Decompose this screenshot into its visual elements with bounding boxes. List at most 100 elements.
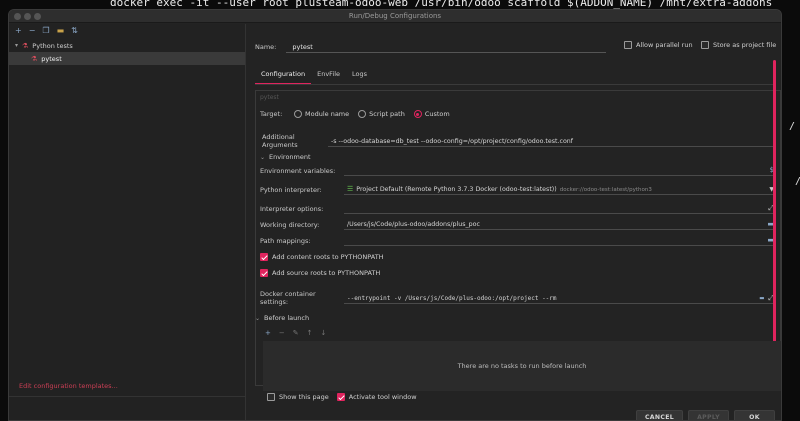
before-launch-task-list[interactable]: There are no tasks to run before launch — [263, 341, 781, 391]
env-vars-row: Environment variables: $ — [260, 165, 776, 176]
empty-tasks-text: There are no tasks to run before launch — [457, 362, 587, 370]
docker-settings-input[interactable]: --entrypoint -v /Users/js/Code/plus-odoo… — [344, 293, 776, 304]
add-content-roots-checkbox[interactable]: Add content roots to PYTHONPATH — [260, 253, 384, 261]
activate-tool-checkbox[interactable]: Activate tool window — [336, 393, 417, 401]
working-directory-value: /Users/js/Code/plus-odoo/addons/plus_poc — [347, 221, 480, 228]
add-source-roots-label: Add source roots to PYTHONPATH — [272, 269, 381, 277]
target-script-radio[interactable]: Script path — [358, 110, 405, 118]
docker-settings-label: Docker container settings: — [260, 290, 316, 306]
store-as-file-label: Store as project file — [713, 41, 777, 49]
edit-task-icon[interactable]: ✎ — [293, 329, 299, 337]
config-tabs: Configuration EnvFile Logs — [255, 67, 373, 85]
dialog-titlebar: Run/Debug Configurations — [9, 10, 781, 23]
tree-group-label: Python tests — [32, 41, 73, 50]
add-icon[interactable]: + — [15, 26, 22, 35]
name-label: Name: — [255, 43, 277, 51]
checkbox-box[interactable] — [260, 253, 268, 261]
pytest-icon: ⚗ — [31, 54, 38, 63]
radio-label: Script path — [369, 110, 405, 118]
add-content-roots-label: Add content roots to PYTHONPATH — [272, 253, 384, 261]
checkbox-box[interactable] — [701, 41, 709, 49]
edit-templates-link[interactable]: Edit configuration templates... — [19, 382, 118, 390]
interpreter-path: docker://odoo-test:latest/python3 — [559, 187, 652, 193]
store-as-file-checkbox[interactable]: Store as project file — [701, 41, 776, 49]
environment-section[interactable]: ⌄ Environment — [260, 153, 311, 161]
cancel-button[interactable]: CANCEL — [635, 410, 683, 420]
footer-options: Show this page Activate tool window — [267, 393, 417, 401]
chevron-down-icon[interactable]: ⌄ — [255, 315, 260, 322]
target-module-radio[interactable]: Module name — [294, 110, 349, 118]
folder-icon[interactable]: ▬ — [57, 26, 65, 35]
tree-item-label: pytest — [41, 54, 62, 63]
interpreter-options-label: Interpreter options: — [260, 204, 324, 213]
allow-parallel-label: Allow parallel run — [636, 41, 693, 49]
terminal-glyph: / — [795, 176, 800, 187]
configuration-tree: ▾ ⚗ Python tests ⚗ pytest — [9, 39, 245, 65]
tab-logs[interactable]: Logs — [346, 67, 373, 85]
before-launch-section[interactable]: ⌄ Before launch — [255, 314, 309, 322]
radio-circle[interactable] — [413, 110, 422, 118]
config-scrollbar[interactable] — [773, 60, 776, 370]
target-row: Target: Module name Script path Custom — [260, 110, 776, 118]
radio-circle[interactable] — [294, 110, 302, 118]
checkbox-box[interactable] — [336, 393, 345, 401]
remove-task-icon[interactable]: − — [279, 329, 285, 337]
sort-icon[interactable]: ⇅ — [71, 26, 78, 35]
tree-item-pytest[interactable]: ⚗ pytest — [9, 52, 245, 65]
working-directory-label: Working directory: — [260, 220, 320, 229]
target-label: Target: — [260, 110, 283, 118]
terminal-command: docker exec -it --user root plusteam-odo… — [110, 0, 773, 9]
radio-label: Module name — [305, 110, 350, 118]
working-directory-input[interactable]: /Users/js/Code/plus-odoo/addons/plus_poc… — [344, 219, 776, 230]
sidebar-divider — [9, 396, 245, 397]
additional-arguments-input[interactable]: -s --odoo-database=db_test --odoo-config… — [328, 136, 776, 147]
before-launch-toolbar: + − ✎ ↑ ↓ — [265, 329, 326, 337]
terminal-glyph: / — [789, 121, 796, 132]
additional-arguments-label: Additional Arguments — [262, 133, 298, 149]
config-hint: pytest — [260, 94, 279, 101]
show-page-checkbox[interactable]: Show this page — [267, 393, 329, 401]
copy-icon[interactable]: ❐ — [42, 26, 49, 35]
checkbox-box[interactable] — [624, 41, 632, 49]
radio-label: Custom — [424, 110, 450, 118]
tab-envfile[interactable]: EnvFile — [311, 67, 346, 85]
interpreter-options-row: Interpreter options: ⤢ — [260, 203, 776, 214]
interpreter-options-input[interactable]: ⤢ — [344, 203, 776, 214]
name-input[interactable]: pytest — [286, 41, 607, 53]
activate-tool-label: Activate tool window — [348, 393, 417, 401]
name-row: Name: pytest — [255, 41, 607, 53]
allow-parallel-checkbox[interactable]: Allow parallel run — [624, 41, 693, 49]
move-up-icon[interactable]: ↑ — [307, 329, 313, 337]
move-down-icon[interactable]: ↓ — [321, 329, 327, 337]
tree-group-python-tests[interactable]: ▾ ⚗ Python tests — [9, 39, 245, 52]
apply-button[interactable]: APPLY — [688, 410, 729, 420]
python-tests-icon: ⚗ — [22, 41, 29, 50]
before-launch-title: Before launch — [264, 314, 310, 322]
interpreter-label: Python interpreter: — [260, 185, 322, 194]
tab-configuration[interactable]: Configuration — [255, 67, 312, 85]
ok-button[interactable]: OK — [734, 410, 775, 420]
additional-arguments-row: Additional Arguments -s --odoo-database=… — [260, 133, 776, 149]
configuration-editor: Name: pytest Allow parallel run Store as… — [247, 24, 781, 420]
path-mappings-label: Path mappings: — [260, 236, 311, 245]
path-mappings-input[interactable]: ▬ — [344, 235, 776, 246]
checkbox-box[interactable] — [260, 269, 268, 277]
docker-settings-value: --entrypoint -v /Users/js/Code/plus-odoo… — [347, 294, 557, 302]
add-task-icon[interactable]: + — [265, 329, 271, 337]
add-source-roots-checkbox[interactable]: Add source roots to PYTHONPATH — [260, 269, 380, 277]
interpreter-select[interactable]: ☰ Project Default (Remote Python 3.7.3 Do… — [344, 184, 776, 195]
sidebar-toolbar: + − ❐ ▬ ⇅ — [9, 24, 245, 37]
chevron-down-icon[interactable]: ▾ — [15, 42, 18, 49]
folder-icon[interactable]: ▬ — [760, 293, 764, 303]
configurations-sidebar: + − ❐ ▬ ⇅ ▾ ⚗ Python tests ⚗ pytest Edit… — [9, 24, 246, 420]
interpreter-row: Python interpreter: ☰ Project Default (Re… — [260, 184, 776, 195]
python-sdk-icon: ☰ — [347, 185, 354, 193]
env-vars-input[interactable]: $ — [344, 165, 776, 176]
run-debug-dialog: Run/Debug Configurations + − ❐ ▬ ⇅ ▾ ⚗ P… — [8, 9, 782, 421]
target-custom-radio[interactable]: Custom — [413, 110, 450, 118]
remove-icon[interactable]: − — [29, 26, 36, 35]
radio-circle[interactable] — [358, 110, 367, 118]
chevron-down-icon[interactable]: ⌄ — [260, 154, 265, 161]
checkbox-box[interactable] — [267, 393, 275, 401]
environment-title: Environment — [269, 153, 311, 161]
